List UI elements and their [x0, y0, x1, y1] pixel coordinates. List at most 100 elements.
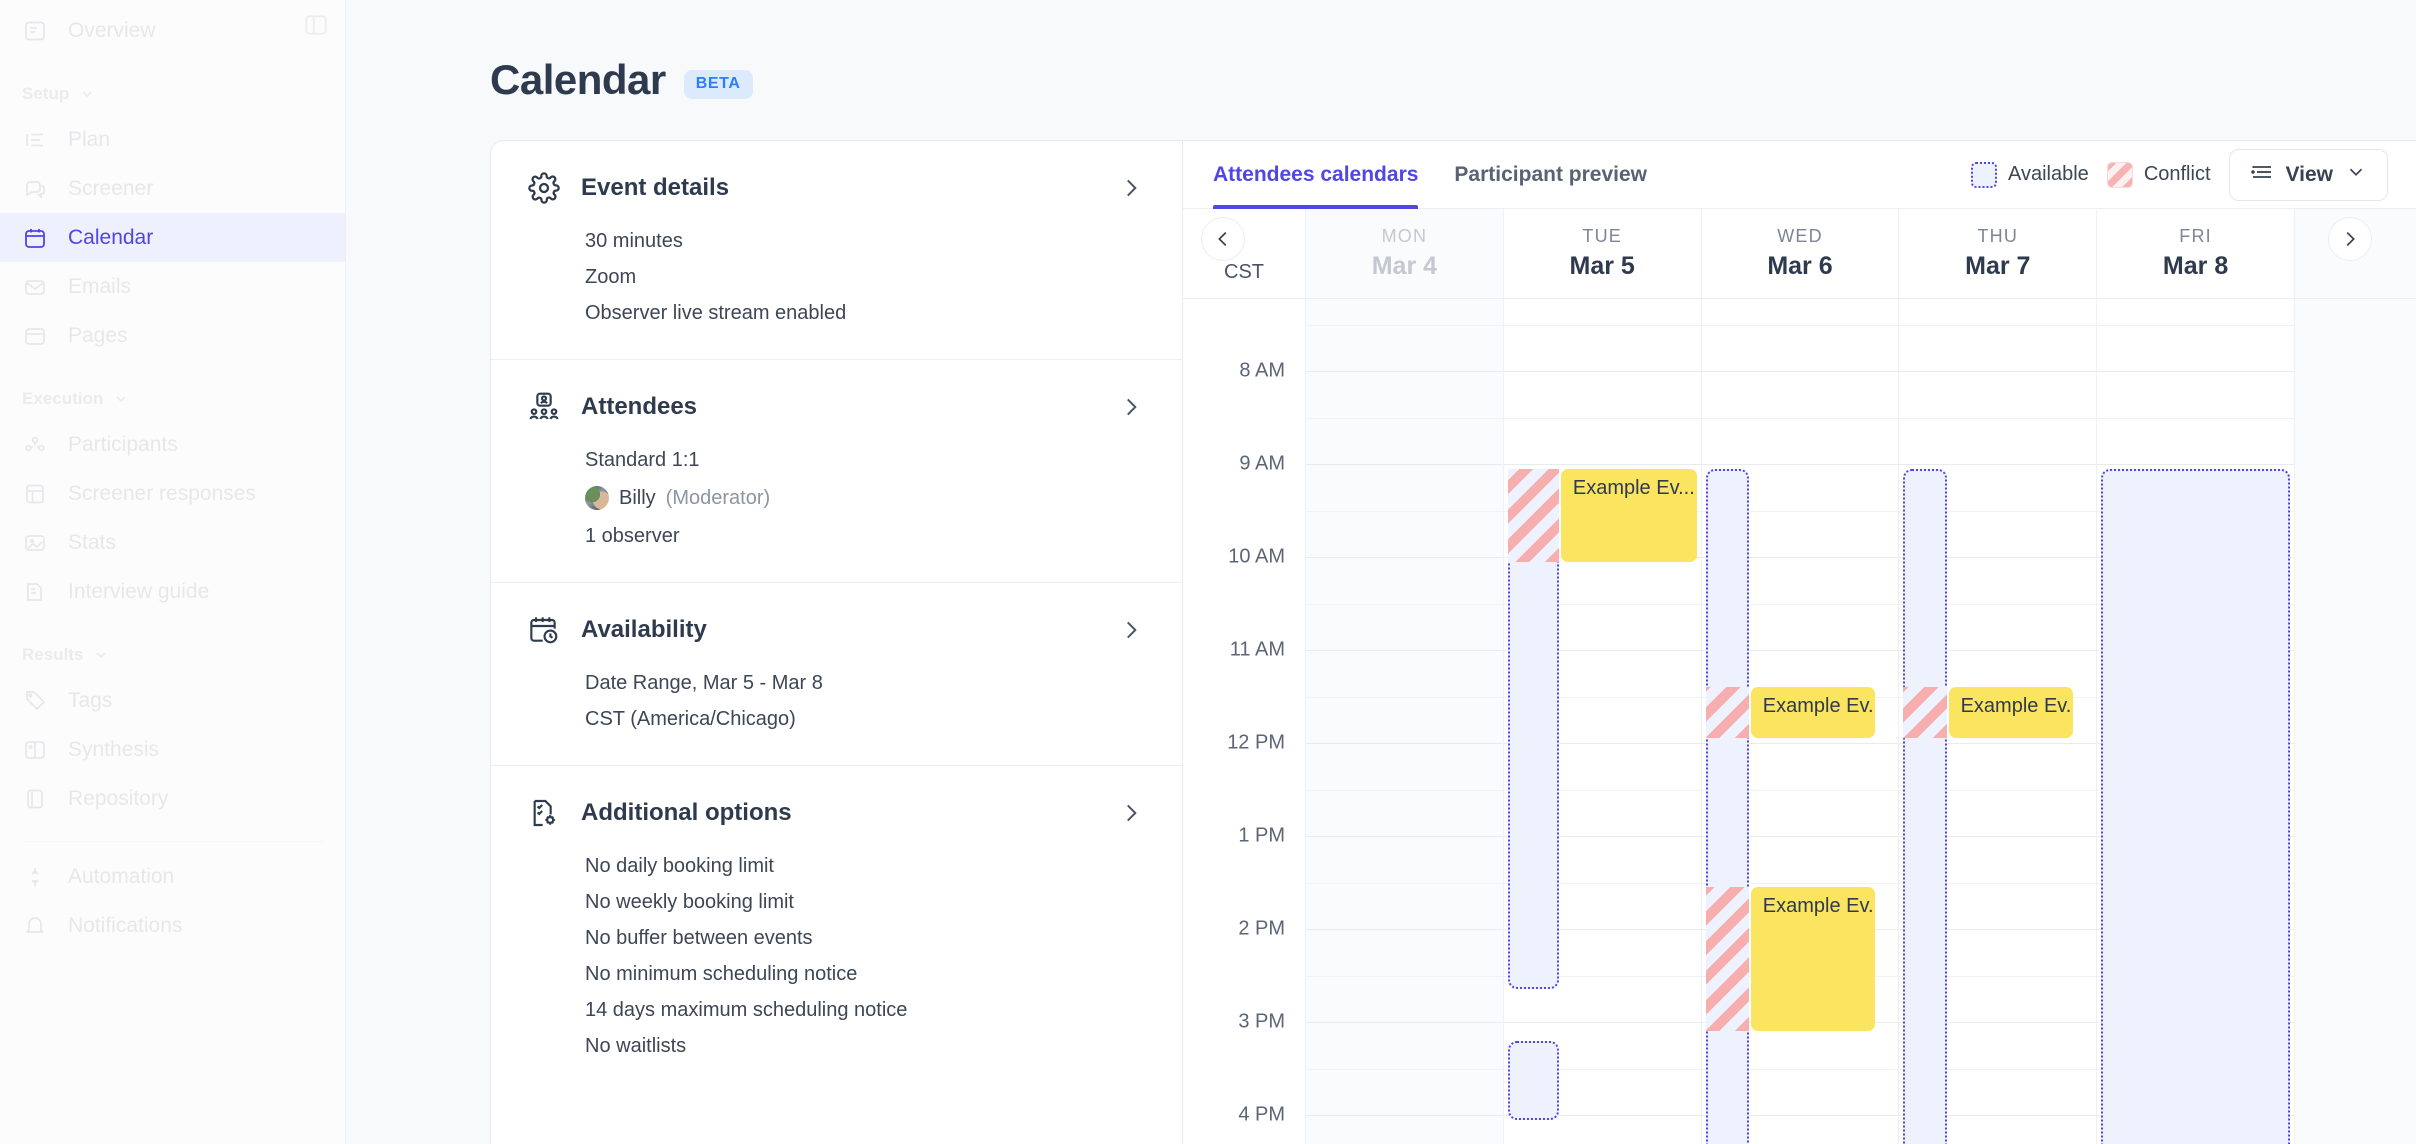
chevron-down-icon [2345, 161, 2367, 189]
section-event-details[interactable]: Event details 30 minutes Zoom Observer l… [491, 141, 1182, 360]
calendar-event[interactable]: Example Ev... [1560, 468, 1697, 562]
sidebar-item-screener-responses[interactable]: Screener responses [0, 469, 345, 518]
section-header: Event details [527, 171, 1146, 205]
sidebar-group-setup[interactable]: Setup [0, 73, 345, 115]
availability-block[interactable] [2101, 468, 2291, 1144]
grid-line [1306, 743, 1503, 744]
automation-icon [22, 864, 48, 890]
responses-icon [22, 481, 48, 507]
tab-attendees-calendars[interactable]: Attendees calendars [1213, 141, 1419, 209]
grid-line [1899, 324, 2097, 326]
calendar-event[interactable]: Example Ev... [1750, 887, 1875, 1032]
sidebar-group-label: Results [22, 645, 84, 664]
sidebar-item-screener[interactable]: Screener [0, 164, 345, 213]
grid-line [1306, 975, 1503, 977]
detail-line: CST (America/Chicago) [585, 708, 796, 730]
sidebar-item-participants[interactable]: Participants [0, 420, 345, 469]
sidebar-item-calendar[interactable]: Calendar [0, 213, 345, 262]
chevron-down-icon [96, 652, 106, 659]
grid-line [1306, 371, 1503, 372]
sidebar-item-plan[interactable]: Plan [0, 115, 345, 164]
sidebar-group-label: Setup [22, 84, 70, 103]
day-of-week: THU [1977, 226, 2019, 246]
availability-block[interactable] [1903, 468, 1947, 1144]
chevron-right-icon[interactable] [1118, 175, 1144, 206]
sidebar-item-tags[interactable]: Tags [0, 676, 345, 725]
time-axis: 7 AM8 AM9 AM10 AM11 AM12 PM1 PM2 PM3 PM4… [1183, 299, 1305, 1144]
sidebar-item-automation[interactable]: Automation [0, 852, 345, 901]
sidebar-item-notifications[interactable]: Notifications [0, 901, 345, 950]
detail-line: No buffer between events [585, 927, 813, 949]
calendar-event[interactable]: Example Ev... [1750, 687, 1875, 739]
sidebar-item-label: Interview guide [68, 579, 210, 603]
sidebar-item-label: Pages [68, 323, 128, 347]
day-header-tue[interactable]: TUE Mar 5 [1502, 209, 1701, 298]
legend-label: Conflict [2143, 163, 2211, 185]
page-title: Calendar [490, 56, 666, 103]
view-button[interactable]: View [2228, 148, 2388, 201]
calendar-toolbar: Attendees calendars Participant preview … [1183, 141, 2416, 209]
sidebar-group-execution[interactable]: Execution [0, 378, 345, 420]
next-week-button[interactable] [2327, 217, 2372, 261]
sidebar-item-stats[interactable]: Stats [0, 518, 345, 567]
sidebar-item-overview[interactable]: Overview [0, 6, 345, 55]
sidebar-item-repository[interactable]: Repository [0, 774, 345, 823]
chevron-right-icon[interactable] [1118, 800, 1144, 831]
grid-line [2097, 464, 2294, 465]
section-attendees[interactable]: Attendees Standard 1:1 Billy (Moderator)… [491, 360, 1182, 583]
chevron-right-icon[interactable] [1118, 617, 1144, 648]
sidebar-item-synthesis[interactable]: Synthesis [0, 725, 345, 774]
availability-block[interactable] [1705, 468, 1749, 1144]
section-additional-options[interactable]: Additional options No daily booking limi… [491, 766, 1182, 1092]
calendar-event[interactable]: Example Ev... [1948, 687, 2073, 739]
repository-icon [22, 786, 48, 812]
sidebar-item-label: Repository [68, 786, 169, 810]
day-header-wed[interactable]: WED Mar 6 [1700, 209, 1899, 298]
availability-block[interactable] [1507, 1040, 1559, 1120]
mail-icon [22, 274, 48, 300]
grid-line [1899, 464, 2097, 465]
calendar-clock-icon [527, 613, 561, 647]
grid-line [1306, 696, 1503, 698]
grid-line [2097, 324, 2294, 326]
sidebar-item-label: Screener [68, 176, 154, 200]
calendar-icon [22, 225, 48, 251]
prev-week-button[interactable] [1201, 217, 1245, 261]
sidebar-item-pages[interactable]: Pages [0, 311, 345, 360]
grid-line [1503, 371, 1701, 372]
day-header-fri[interactable]: FRI Mar 8 [2096, 209, 2294, 298]
attendee-row: Billy (Moderator) [585, 478, 1146, 518]
day-column-fri[interactable] [2096, 299, 2294, 1144]
sidebar-group-results[interactable]: Results [0, 634, 345, 676]
attendee-name: Billy [619, 487, 656, 509]
sidebar-item-label: Notifications [68, 913, 183, 937]
sidebar-item-emails[interactable]: Emails [0, 262, 345, 311]
guide-icon [22, 579, 48, 605]
day-of-week: MON [1381, 226, 1428, 246]
day-column-tue[interactable]: Example Ev... [1502, 299, 1701, 1144]
day-column-wed[interactable]: Example Ev... Example Ev... [1700, 299, 1899, 1144]
section-lines: No daily booking limit No weekly booking… [585, 848, 1146, 1064]
grid-line [1306, 882, 1503, 884]
day-column-mon[interactable] [1305, 299, 1503, 1144]
chevron-right-icon[interactable] [1118, 394, 1144, 425]
calendar-day-header: CST MON Mar 4 TUE Mar 5 WED Mar 6 THU Ma… [1183, 209, 2416, 299]
section-availability[interactable]: Availability Date Range, Mar 5 - Mar 8 C… [491, 583, 1182, 766]
day-header-mon[interactable]: MON Mar 4 [1305, 209, 1503, 298]
detail-line: Date Range, Mar 5 - Mar 8 [585, 672, 823, 694]
grid-line [1503, 324, 1701, 326]
next-week-cell [2293, 209, 2416, 298]
sidebar-item-interview-guide[interactable]: Interview guide [0, 567, 345, 616]
grid-line [1701, 324, 1899, 326]
grid-line [1306, 789, 1503, 791]
day-date: Mar 6 [1767, 252, 1833, 280]
tab-participant-preview[interactable]: Participant preview [1454, 141, 1647, 209]
detail-line: 30 minutes [585, 230, 683, 252]
time-label: 11 AM [1229, 638, 1285, 661]
day-column-thu[interactable]: Example Ev... [1898, 299, 2097, 1144]
grid-line [1306, 557, 1503, 558]
toolbar-right: Available Conflict View [1971, 148, 2388, 201]
sidebar-item-label: Plan [68, 127, 111, 151]
grid-line [2097, 371, 2294, 372]
day-header-thu[interactable]: THU Mar 7 [1898, 209, 2096, 298]
